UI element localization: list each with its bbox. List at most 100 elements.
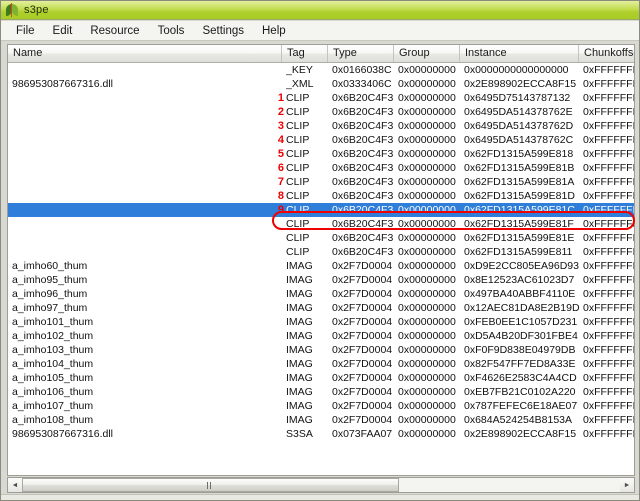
table-row[interactable]: CLIP 0x6B20C4F3 0x00000000 0x62FD1315A599E8… [8, 245, 634, 259]
menu-item-resource[interactable]: Resource [81, 23, 148, 39]
cell-tag: _XML [286, 78, 314, 90]
table-row[interactable]: 986953087667316.dll S3SA 0x073FAA07 0x00000… [8, 427, 634, 441]
cell-chunk: 0xFFFFFFFF [583, 92, 634, 104]
menu-item-tools[interactable]: Tools [149, 23, 194, 39]
cell-inst: 0x12AEC81DA8E2B19D [464, 302, 580, 314]
cell-inst: 0x2E898902ECCA8F15 [464, 428, 577, 440]
cell-name [12, 217, 262, 231]
cell-name [12, 105, 262, 119]
table-row[interactable]: a_imho96_thum IMAG 0x2F7D0004 0x00000000 0x4… [8, 287, 634, 301]
scroll-right-arrow-icon[interactable]: ► [620, 478, 634, 492]
cell-inst: 0x0000000000000000 [464, 64, 569, 76]
cell-tag: IMAG [286, 302, 313, 314]
cell-chunk: 0xFFFFFFFF [583, 148, 634, 160]
cell-chunk: 0xFFFFFFFF [583, 414, 634, 426]
cell-name: a_imho108_thum [12, 414, 94, 426]
cell-name [12, 161, 262, 175]
column-header-row[interactable]: NameTagTypeGroupInstanceChunkoffset [8, 45, 634, 63]
cell-name: a_imho95_thum [12, 274, 88, 286]
cell-name: a_imho107_thum [12, 400, 94, 412]
annotation-number: 3 [277, 120, 284, 132]
table-row-selected[interactable]: 9 CLIP 0x6B20C4F3 0x00000000 0x62FD1315A599E… [8, 203, 634, 217]
cell-name [12, 189, 262, 203]
menu-item-file[interactable]: File [7, 23, 44, 39]
cell-tag: IMAG [286, 414, 313, 426]
cell-chunk: 0xFFFFFFFF [583, 428, 634, 440]
menu-item-settings[interactable]: Settings [193, 23, 253, 39]
cell-tag: CLIP [286, 148, 310, 160]
scroll-left-arrow-icon[interactable]: ◄ [8, 478, 22, 492]
table-row[interactable]: a_imho102_thum IMAG 0x2F7D0004 0x00000000 0x… [8, 329, 634, 343]
table-row[interactable]: a_imho104_thum IMAG 0x2F7D0004 0x00000000 0x… [8, 357, 634, 371]
cell-tag: _KEY [286, 64, 313, 76]
cell-inst: 0x62FD1315A599E81B [464, 162, 575, 174]
cell-chunk: 0xFFFFFFFF [583, 106, 634, 118]
window-title: s3pe [24, 4, 49, 16]
column-header-tag[interactable]: Tag [282, 45, 328, 62]
table-row[interactable]: 6 CLIP 0x6B20C4F3 0x00000000 0x62FD1315A599E… [8, 161, 634, 175]
table-row[interactable]: 2 CLIP 0x6B20C4F3 0x00000000 0x6495DA5143787… [8, 105, 634, 119]
table-row[interactable]: a_imho105_thum IMAG 0x2F7D0004 0x00000000 0x… [8, 371, 634, 385]
cell-tag: CLIP [286, 232, 310, 244]
resource-list-view[interactable]: NameTagTypeGroupInstanceChunkoffset _KEY… [7, 44, 635, 476]
table-row[interactable]: 5 CLIP 0x6B20C4F3 0x00000000 0x62FD1315A599E… [8, 147, 634, 161]
cell-tag: IMAG [286, 274, 313, 286]
cell-chunk: 0xFFFFFFFF [583, 302, 634, 314]
cell-tag: CLIP [286, 120, 310, 132]
cell-name [12, 147, 262, 161]
annotation-number: 7 [277, 176, 284, 188]
table-row[interactable]: _KEY 0x0166038C 0x00000000 0x00000000000000… [8, 63, 634, 77]
cell-chunk: 0xFFFFFFFF [583, 120, 634, 132]
table-row[interactable]: a_imho101_thum IMAG 0x2F7D0004 0x00000000 0x… [8, 315, 634, 329]
annotation-number: 4 [277, 134, 284, 146]
table-row[interactable]: a_imho106_thum IMAG 0x2F7D0004 0x00000000 0x… [8, 385, 634, 399]
cell-name: a_imho103_thum [12, 344, 94, 356]
cell-inst: 0x62FD1315A599E81C [464, 204, 575, 216]
column-header-type[interactable]: Type [328, 45, 394, 62]
table-row[interactable]: a_imho103_thum IMAG 0x2F7D0004 0x00000000 0x… [8, 343, 634, 357]
cell-tag: CLIP [286, 246, 310, 258]
cell-tag: CLIP [286, 106, 310, 118]
table-row[interactable]: 4 CLIP 0x6B20C4F3 0x00000000 0x6495DA5143787… [8, 133, 634, 147]
cell-inst: 0x82F547FF7ED8A33E [464, 358, 576, 370]
table-row[interactable]: 1 CLIP 0x6B20C4F3 0x00000000 0x6495D75143787… [8, 91, 634, 105]
table-row[interactable]: 3 CLIP 0x6B20C4F3 0x00000000 0x6495DA5143787… [8, 119, 634, 133]
table-row[interactable]: a_imho97_thum IMAG 0x2F7D0004 0x00000000 0x1… [8, 301, 634, 315]
cell-tag: CLIP [286, 134, 310, 146]
cell-inst: 0x62FD1315A599E81A [464, 176, 575, 188]
menu-item-edit[interactable]: Edit [44, 23, 82, 39]
scrollbar-thumb[interactable] [22, 478, 399, 492]
table-row[interactable]: a_imho108_thum IMAG 0x2F7D0004 0x00000000 0x… [8, 413, 634, 427]
column-header-name[interactable]: Name [8, 45, 282, 62]
cell-inst: 0x497BA40ABBF4110E [464, 288, 576, 300]
column-header-group[interactable]: Group [394, 45, 460, 62]
menu-item-help[interactable]: Help [253, 23, 295, 39]
table-row[interactable]: a_imho107_thum IMAG 0x2F7D0004 0x00000000 0x… [8, 399, 634, 413]
cell-name: a_imho102_thum [12, 330, 94, 342]
scrollbar-grip-icon [207, 481, 214, 489]
resource-rows[interactable]: _KEY 0x0166038C 0x00000000 0x00000000000000… [8, 63, 634, 475]
cell-inst: 0x6495DA514378762E [464, 106, 573, 118]
table-row[interactable]: 986953087667316.dll _XML 0x0333406C 0x00000… [8, 77, 634, 91]
cell-inst: 0xD9E2CC805EA96D93 [464, 260, 579, 272]
column-header-chunk[interactable]: Chunkoffset [579, 45, 634, 62]
table-row[interactable]: 7 CLIP 0x6B20C4F3 0x00000000 0x62FD1315A599E… [8, 175, 634, 189]
table-row[interactable]: a_imho60_thum IMAG 0x2F7D0004 0x00000000 0xD… [8, 259, 634, 273]
cell-name [12, 245, 262, 259]
sims-plumbob-icon [5, 3, 19, 17]
column-header-inst[interactable]: Instance [460, 45, 579, 62]
cell-tag: CLIP [286, 92, 310, 104]
cell-chunk: 0xFFFFFFFF [583, 358, 634, 370]
cell-inst: 0x6495DA514378762C [464, 134, 574, 146]
annotation-number: 9 [277, 204, 284, 216]
table-row[interactable]: a_imho95_thum IMAG 0x2F7D0004 0x00000000 0x8… [8, 273, 634, 287]
annotation-number: 2 [277, 106, 284, 118]
cell-inst: 0x6495D75143787132 [464, 92, 571, 104]
cell-inst: 0x62FD1315A599E81D [464, 190, 575, 202]
table-row[interactable]: CLIP 0x6B20C4F3 0x00000000 0x62FD1315A599E8… [8, 217, 634, 231]
cell-inst: 0x62FD1315A599E81E [464, 232, 575, 244]
table-row[interactable]: CLIP 0x6B20C4F3 0x00000000 0x62FD1315A599E8… [8, 231, 634, 245]
table-row[interactable]: 8 CLIP 0x6B20C4F3 0x00000000 0x62FD1315A599E… [8, 189, 634, 203]
scrollbar-track[interactable] [22, 478, 620, 492]
horizontal-scrollbar[interactable]: ◄ ► [7, 477, 635, 493]
